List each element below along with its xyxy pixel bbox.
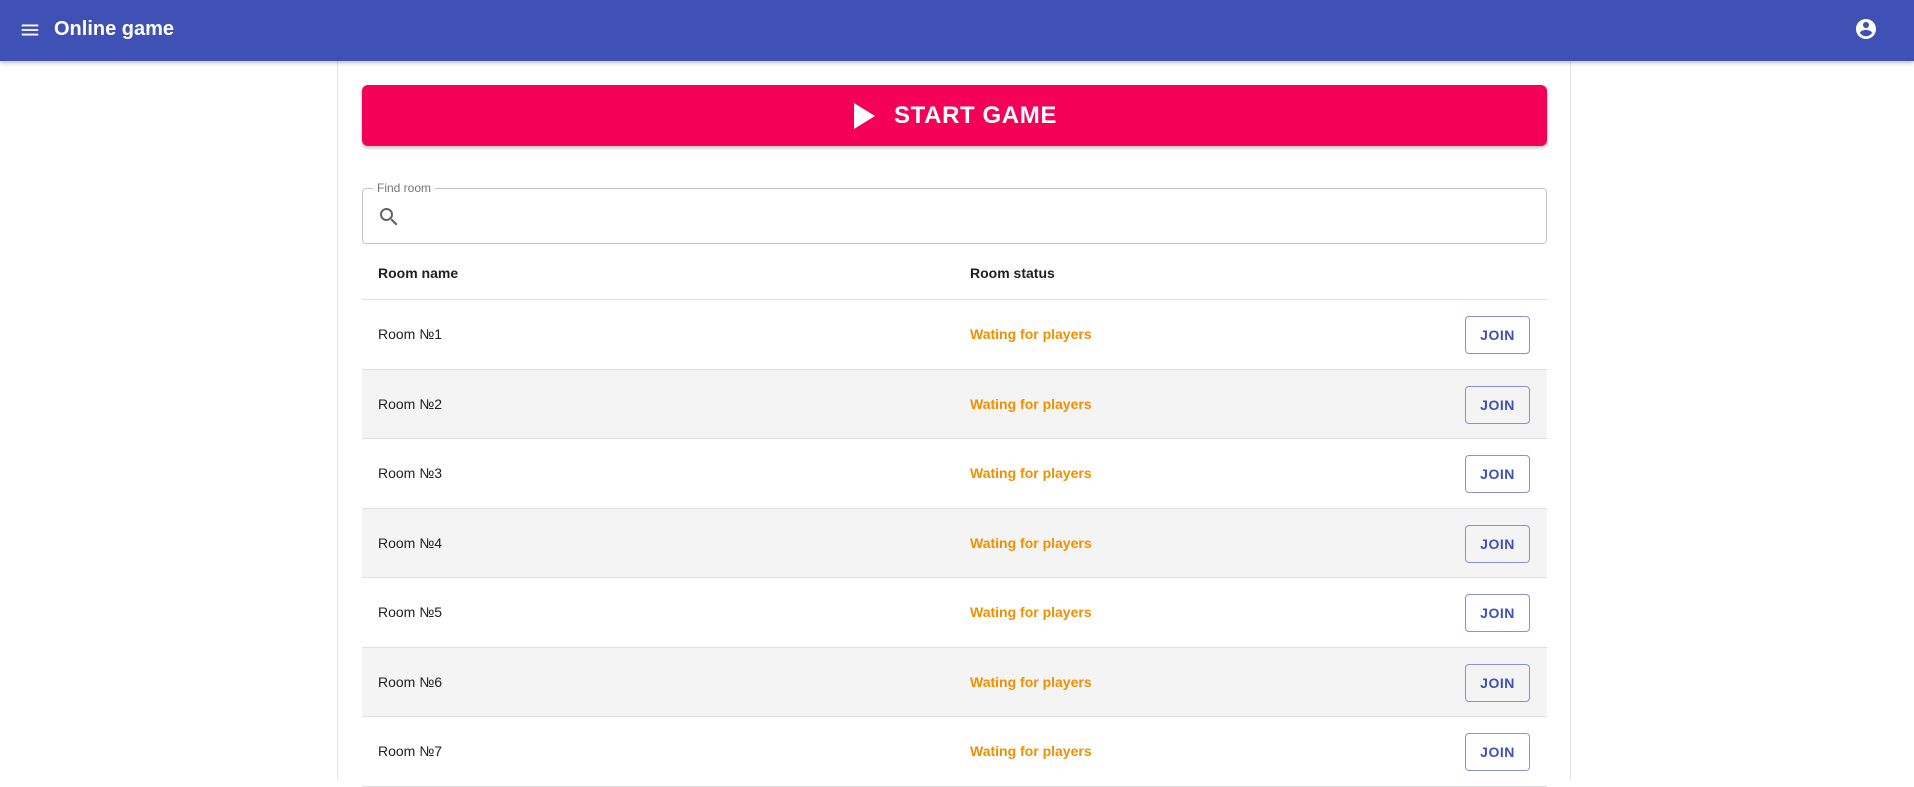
rooms-table: Room name Room status Room №1 Wating for… <box>362 246 1547 787</box>
table-row: Room №1 Wating for players JOIN <box>362 300 1547 370</box>
menu-icon <box>19 19 41 41</box>
room-name: Room №6 <box>378 673 443 690</box>
join-button[interactable]: JOIN <box>1465 455 1530 493</box>
account-circle-icon <box>1854 17 1878 41</box>
room-status: Wating for players <box>970 604 1092 620</box>
join-button[interactable]: JOIN <box>1465 733 1530 771</box>
find-room-label: Find room <box>373 181 436 195</box>
room-status: Wating for players <box>970 326 1092 342</box>
room-status: Wating for players <box>970 743 1092 759</box>
room-name: Room №7 <box>378 743 443 759</box>
play-icon <box>852 102 876 130</box>
join-button[interactable]: JOIN <box>1465 316 1530 354</box>
room-name: Room №2 <box>378 395 443 412</box>
table-row: Room №3 Wating for players JOIN <box>362 439 1547 509</box>
table-row: Room №2 Wating for players JOIN <box>362 369 1547 439</box>
app-title: Online game <box>54 18 175 40</box>
menu-button[interactable] <box>16 16 44 44</box>
column-header-room-status: Room status <box>970 265 1055 281</box>
search-icon <box>377 205 401 229</box>
find-room-input[interactable] <box>411 197 1531 235</box>
room-name: Room №3 <box>378 465 443 481</box>
find-room-field[interactable]: Find room <box>362 181 1547 244</box>
room-name: Room №1 <box>378 326 443 342</box>
table-row: Room №5 Wating for players JOIN <box>362 578 1547 648</box>
account-button[interactable] <box>1852 15 1880 43</box>
start-game-label: START GAME <box>894 101 1057 129</box>
room-status: Wating for players <box>970 465 1092 481</box>
room-status: Wating for players <box>970 673 1092 690</box>
room-status: Wating for players <box>970 395 1092 412</box>
app-bar: Online game <box>0 0 1914 61</box>
room-name: Room №5 <box>378 604 443 620</box>
room-status: Wating for players <box>970 534 1092 551</box>
join-button[interactable]: JOIN <box>1465 663 1530 702</box>
join-button[interactable]: JOIN <box>1465 594 1530 632</box>
start-game-button[interactable]: START GAME <box>362 85 1547 146</box>
room-name: Room №4 <box>378 534 443 551</box>
table-row: Room №7 Wating for players JOIN <box>362 717 1547 787</box>
table-header: Room name Room status <box>362 246 1547 300</box>
join-button[interactable]: JOIN <box>1465 385 1530 424</box>
column-header-room-name: Room name <box>378 265 459 281</box>
main-container: START GAME Find room Room name Room stat… <box>337 61 1571 787</box>
join-button[interactable]: JOIN <box>1465 524 1530 563</box>
table-row: Room №6 Wating for players JOIN <box>362 647 1547 717</box>
table-row: Room №4 Wating for players JOIN <box>362 508 1547 578</box>
